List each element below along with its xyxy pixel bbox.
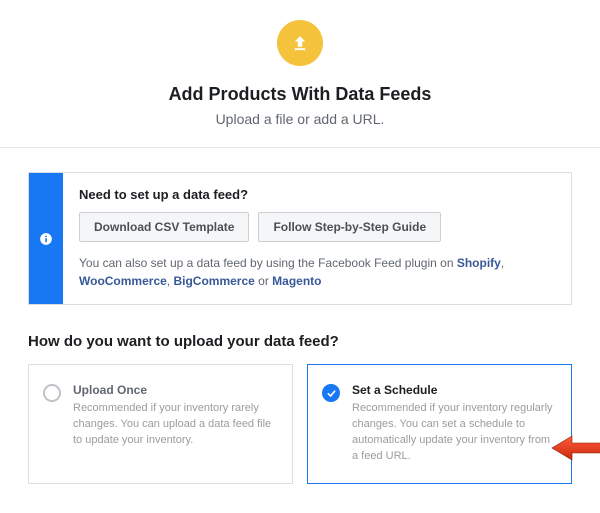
radio-set-schedule[interactable] [322, 384, 340, 402]
info-title: Need to set up a data feed? [79, 187, 555, 202]
info-text-prefix: You can also set up a data feed by using… [79, 256, 457, 270]
page-title: Add Products With Data Feeds [28, 84, 572, 105]
option-upload-once[interactable]: Upload Once Recommended if your inventor… [28, 364, 293, 484]
upload-icon [277, 20, 323, 66]
guide-button[interactable]: Follow Step-by-Step Guide [258, 212, 441, 242]
link-bigcommerce[interactable]: BigCommerce [173, 274, 254, 288]
link-shopify[interactable]: Shopify [457, 256, 501, 270]
section-heading: How do you want to upload your data feed… [28, 333, 572, 350]
info-card: Need to set up a data feed? Download CSV… [28, 172, 572, 305]
check-icon [326, 388, 337, 399]
option-set-schedule-desc: Recommended if your inventory regularly … [352, 401, 557, 465]
info-icon [39, 232, 53, 246]
hero-section: Add Products With Data Feeds Upload a fi… [28, 20, 572, 147]
link-magento[interactable]: Magento [272, 274, 321, 288]
info-sidebar [29, 173, 63, 304]
link-woocommerce[interactable]: WooCommerce [79, 274, 167, 288]
upload-options: Upload Once Recommended if your inventor… [28, 364, 572, 484]
info-text: You can also set up a data feed by using… [79, 254, 555, 290]
download-csv-button[interactable]: Download CSV Template [79, 212, 249, 242]
radio-upload-once[interactable] [43, 384, 61, 402]
option-upload-once-title: Upload Once [73, 383, 278, 397]
option-set-schedule[interactable]: Set a Schedule Recommended if your inven… [307, 364, 572, 484]
option-set-schedule-title: Set a Schedule [352, 383, 557, 397]
divider [0, 147, 600, 148]
option-upload-once-desc: Recommended if your inventory rarely cha… [73, 401, 278, 449]
page-subtitle: Upload a file or add a URL. [28, 111, 572, 127]
